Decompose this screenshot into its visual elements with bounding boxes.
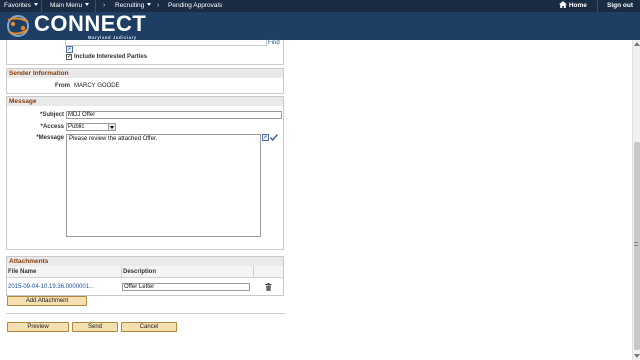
breadcrumb-pending-approvals[interactable]: Pending Approvals <box>168 0 222 12</box>
main-menu-label: Main Menu <box>50 2 83 9</box>
preview-button[interactable]: Preview <box>7 322 69 332</box>
home-icon <box>559 1 567 8</box>
home-label: Home <box>568 2 587 9</box>
attachments-title: Attachments <box>7 257 283 266</box>
sign-out-link[interactable]: Sign out <box>607 0 633 12</box>
subject-input[interactable]: MDJ Offer <box>66 111 282 119</box>
chevron-down-icon <box>33 3 38 6</box>
home-link[interactable]: Home <box>559 0 587 12</box>
spell-check-icon[interactable] <box>270 134 278 141</box>
sender-info-section: Sender Information From MARCY GOODE <box>6 68 284 94</box>
nav-divider <box>597 0 598 12</box>
subject-label: *Subject <box>39 112 64 118</box>
scrollbar-thumb[interactable] <box>634 142 640 350</box>
include-interested-checkbox[interactable]: ✓ <box>66 54 72 60</box>
table-row: 2015-09-04-10.19.36.0000001... Offer Let… <box>7 279 283 293</box>
col-file-name: File Name <box>8 269 37 275</box>
access-value: Public <box>68 124 85 130</box>
favorites-label: Favorites <box>4 2 31 9</box>
access-select[interactable]: Public <box>66 123 116 131</box>
find-link[interactable]: Find <box>268 40 280 46</box>
message-label: *Message <box>36 135 64 141</box>
attachment-description-input[interactable]: Offer Letter <box>122 283 250 291</box>
connect-logo-icon <box>7 15 29 37</box>
dropdown-arrow-icon <box>108 124 115 130</box>
include-interested-label: Include Interested Parties <box>74 54 148 60</box>
brand-name: CONNECT <box>34 11 147 36</box>
message-title: Message <box>7 97 283 106</box>
message-textarea[interactable]: Please review the attached Offer. <box>66 134 261 237</box>
recipients-section: Find ✓ Include Interested Parties <box>6 40 284 65</box>
send-button[interactable]: Send <box>72 322 118 332</box>
access-label: *Access <box>40 124 64 130</box>
col-description: Description <box>123 269 157 275</box>
add-attachment-button[interactable]: Add Attachment <box>7 296 87 306</box>
chevron-down-icon <box>85 3 90 6</box>
chevron-down-icon <box>147 3 152 6</box>
scroll-up-icon[interactable] <box>634 42 640 46</box>
scroll-down-icon[interactable] <box>634 354 640 358</box>
sender-info-title: Sender Information <box>7 69 283 78</box>
attachments-header-row: File Name Description <box>7 266 283 278</box>
from-label: From <box>55 83 70 89</box>
scroll-grip-icon <box>634 242 638 246</box>
cancel-button[interactable]: Cancel <box>121 322 177 332</box>
favorites-menu[interactable]: Favorites <box>4 0 38 12</box>
from-value: MARCY GOODE <box>74 83 120 89</box>
breadcrumb-arrow-icon: › <box>157 2 160 9</box>
expand-textarea-icon[interactable] <box>262 134 269 141</box>
message-section: Message *Subject MDJ Offer *Access Publi… <box>6 96 284 250</box>
recipients-list-box <box>65 40 267 46</box>
lookup-icon[interactable] <box>66 46 73 53</box>
trash-icon[interactable] <box>265 283 272 291</box>
attachments-section: Attachments File Name Description 2015-0… <box>6 256 284 296</box>
breadcrumb-recruiting-label: Recruiting <box>115 2 145 9</box>
attachment-file-link[interactable]: 2015-09-04-10.19.36.0000001... <box>8 284 94 290</box>
divider <box>6 313 285 314</box>
vertical-scrollbar[interactable] <box>632 40 640 360</box>
